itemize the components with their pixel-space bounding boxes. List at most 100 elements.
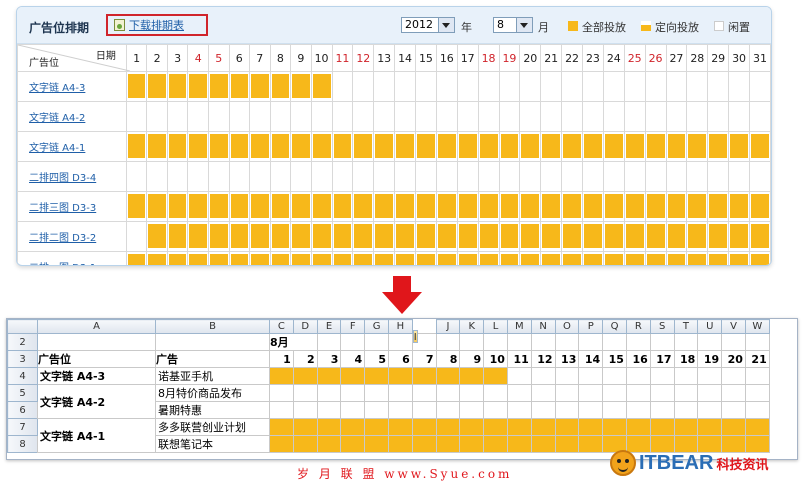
schedule-cell[interactable]	[728, 191, 750, 222]
booked-cell[interactable]	[411, 367, 437, 385]
schedule-cell[interactable]	[269, 191, 292, 222]
booked-cell[interactable]	[292, 367, 318, 385]
booked-cell[interactable]	[554, 418, 580, 436]
cell[interactable]	[530, 333, 556, 351]
day-number-cell[interactable]: 5	[364, 350, 389, 368]
booked-cell[interactable]	[483, 367, 508, 385]
schedule-cell[interactable]	[166, 131, 189, 162]
schedule-cell[interactable]	[749, 71, 771, 102]
day-number-cell[interactable]: 6	[387, 350, 413, 368]
schedule-cell[interactable]	[749, 161, 771, 192]
schedule-cell[interactable]	[125, 161, 148, 192]
schedule-cell[interactable]	[749, 191, 771, 222]
schedule-cell[interactable]	[477, 131, 500, 162]
schedule-cell[interactable]	[269, 251, 292, 265]
schedule-cell[interactable]	[644, 131, 667, 162]
schedule-cell[interactable]	[269, 221, 292, 252]
day-cell[interactable]	[721, 367, 746, 385]
booked-cell[interactable]	[364, 435, 389, 453]
booked-cell[interactable]	[506, 418, 532, 436]
schedule-cell[interactable]	[707, 161, 730, 192]
schedule-cell[interactable]	[728, 161, 750, 192]
month-label-cell[interactable]: 8月	[269, 333, 318, 351]
schedule-cell[interactable]	[228, 221, 251, 252]
cell[interactable]	[155, 333, 270, 351]
cell[interactable]	[625, 333, 651, 351]
schedule-cell[interactable]	[228, 101, 251, 132]
schedule-cell[interactable]	[146, 131, 168, 162]
booked-cell[interactable]	[435, 435, 461, 453]
slot-cell[interactable]: 文字链 A4-3	[37, 367, 156, 385]
schedule-cell[interactable]	[623, 71, 646, 102]
schedule-cell[interactable]	[207, 251, 230, 265]
schedule-cell[interactable]	[519, 101, 542, 132]
day-cell[interactable]	[649, 384, 675, 402]
header-slot-cell[interactable]: 广告位	[37, 350, 156, 368]
booked-cell[interactable]	[697, 418, 723, 436]
schedule-cell[interactable]	[187, 71, 209, 102]
ad-slot-link[interactable]: 文字链 A4-1	[17, 131, 127, 162]
ad-name-cell[interactable]: 多多联营创业计划	[155, 418, 270, 436]
schedule-cell[interactable]	[623, 161, 646, 192]
day-number-cell[interactable]: 11	[506, 350, 532, 368]
row-header[interactable]: 7	[7, 418, 38, 436]
column-header[interactable]: M	[506, 319, 532, 334]
schedule-cell[interactable]	[394, 161, 416, 192]
schedule-cell[interactable]	[686, 131, 709, 162]
download-label[interactable]: 下载排期表	[129, 17, 184, 33]
column-header[interactable]: K	[459, 319, 485, 334]
schedule-cell[interactable]	[125, 71, 148, 102]
schedule-cell[interactable]	[435, 71, 458, 102]
slot-cell[interactable]: 文字链 A4-2	[37, 384, 156, 419]
schedule-cell[interactable]	[310, 251, 333, 265]
schedule-cell[interactable]	[125, 101, 148, 132]
schedule-cell[interactable]	[207, 191, 230, 222]
schedule-cell[interactable]	[415, 191, 437, 222]
day-cell[interactable]	[483, 401, 508, 419]
schedule-cell[interactable]	[456, 221, 479, 252]
schedule-cell[interactable]	[187, 101, 209, 132]
schedule-cell[interactable]	[644, 251, 667, 265]
schedule-cell[interactable]	[686, 191, 709, 222]
day-cell[interactable]	[292, 384, 318, 402]
schedule-cell[interactable]	[665, 71, 688, 102]
schedule-cell[interactable]	[146, 71, 168, 102]
column-header[interactable]: C	[269, 319, 294, 334]
schedule-cell[interactable]	[146, 101, 168, 132]
booked-cell[interactable]	[459, 367, 485, 385]
schedule-cell[interactable]	[290, 191, 312, 222]
schedule-cell[interactable]	[623, 131, 646, 162]
schedule-cell[interactable]	[146, 161, 168, 192]
schedule-cell[interactable]	[582, 221, 604, 252]
schedule-cell[interactable]	[623, 191, 646, 222]
day-cell[interactable]	[554, 401, 580, 419]
booked-cell[interactable]	[673, 418, 699, 436]
schedule-cell[interactable]	[228, 71, 251, 102]
schedule-cell[interactable]	[686, 101, 709, 132]
day-cell[interactable]	[744, 367, 770, 385]
booked-cell[interactable]	[554, 435, 580, 453]
schedule-cell[interactable]	[352, 131, 375, 162]
booked-cell[interactable]	[316, 367, 342, 385]
column-header[interactable]: B	[155, 319, 270, 334]
booked-cell[interactable]	[483, 435, 508, 453]
schedule-cell[interactable]	[290, 131, 312, 162]
booked-cell[interactable]	[459, 435, 485, 453]
cell[interactable]	[697, 333, 723, 351]
ad-slot-link[interactable]: 文字链 A4-2	[17, 101, 127, 132]
schedule-cell[interactable]	[540, 191, 563, 222]
schedule-cell[interactable]	[519, 221, 542, 252]
schedule-cell[interactable]	[519, 251, 542, 265]
schedule-cell[interactable]	[728, 71, 750, 102]
schedule-cell[interactable]	[498, 71, 521, 102]
schedule-cell[interactable]	[644, 101, 667, 132]
cell[interactable]	[554, 333, 580, 351]
day-cell[interactable]	[459, 401, 485, 419]
cell[interactable]	[721, 333, 746, 351]
ad-slot-link[interactable]: 二排二图 D3-2	[17, 221, 127, 252]
cell[interactable]	[602, 333, 627, 351]
day-cell[interactable]	[554, 384, 580, 402]
day-number-cell[interactable]: 16	[625, 350, 651, 368]
column-header[interactable]: F	[340, 319, 366, 334]
cell[interactable]	[649, 333, 675, 351]
